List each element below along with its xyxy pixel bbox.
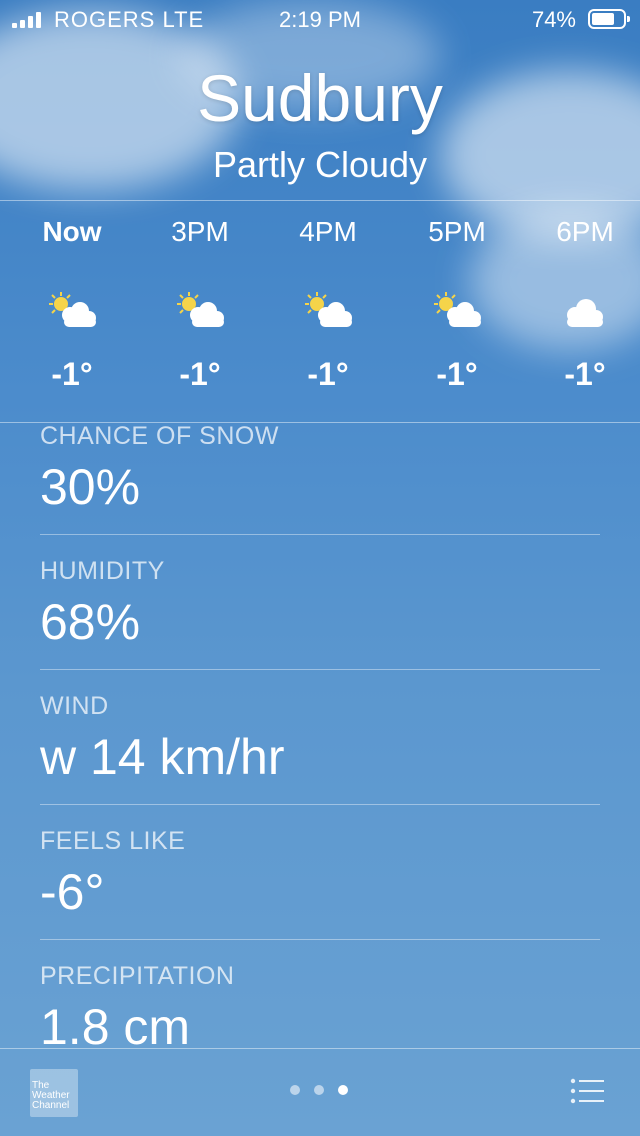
weather-channel-logo[interactable]: The Weather Channel — [30, 1069, 78, 1117]
cloud-icon — [557, 290, 613, 330]
hour-item: Now -1° — [12, 202, 132, 393]
detail-value: 30% — [40, 459, 141, 515]
status-bar: ROGERS LTE 2:19 PM 74% — [0, 0, 640, 40]
partly-cloudy-day-icon — [172, 290, 228, 330]
detail-row-chance-of-snow: CHANCE OF SNOW 30% — [40, 422, 600, 557]
row-divider — [40, 804, 600, 805]
page-dot-active — [338, 1085, 348, 1095]
hour-item: 6PM -1° — [525, 202, 640, 393]
list-icon — [570, 1078, 604, 1104]
hour-temp: -1° — [179, 356, 221, 392]
detail-value: w 14 km/hr — [40, 729, 285, 785]
battery-percentage: 74% — [531, 7, 576, 32]
hour-item: 5PM -1° — [397, 202, 517, 393]
detail-value: -6° — [40, 864, 105, 920]
detail-row-humidity: HUMIDITY 68% — [40, 557, 600, 692]
row-divider — [40, 534, 600, 535]
hour-temp: -1° — [436, 356, 478, 392]
detail-value: 1.8 cm — [40, 999, 191, 1048]
logo-text: The Weather Channel — [32, 1080, 70, 1111]
hour-temp: -1° — [307, 356, 349, 392]
hourly-forecast[interactable]: Now -1° 3PM -1° 4PM -1° 5PM -1° 6PM -1° — [0, 202, 640, 422]
row-divider — [40, 669, 600, 670]
hour-time: 3PM — [171, 216, 229, 247]
detail-label: CHANCE OF SNOW — [40, 422, 279, 450]
page-dot — [290, 1085, 300, 1095]
hour-time: Now — [42, 216, 102, 247]
hour-item: 3PM -1° — [140, 202, 260, 393]
hour-time: 5PM — [428, 216, 486, 247]
page-dot — [314, 1085, 324, 1095]
hour-item: 4PM -1° — [268, 202, 388, 393]
hour-temp: -1° — [564, 356, 606, 392]
page-indicator[interactable] — [290, 1085, 348, 1095]
hourly-top-divider — [0, 200, 640, 201]
hour-time: 6PM — [556, 216, 614, 247]
detail-value: 68% — [40, 594, 141, 650]
detail-row-feels-like: FEELS LIKE -6° — [40, 827, 600, 962]
partly-cloudy-day-icon — [300, 290, 356, 330]
detail-label: FEELS LIKE — [40, 827, 186, 855]
city-list-button[interactable] — [570, 1078, 604, 1104]
detail-label: HUMIDITY — [40, 557, 165, 585]
detail-label: WIND — [40, 692, 109, 720]
detail-row-wind: WIND w 14 km/hr — [40, 692, 600, 827]
hour-time: 4PM — [299, 216, 357, 247]
weather-details[interactable]: CHANCE OF SNOW 30% HUMIDITY 68% WIND w 1… — [0, 422, 640, 1048]
detail-row-precipitation: PRECIPITATION 1.8 cm — [40, 962, 600, 1048]
city-name: Sudbury — [197, 61, 443, 135]
detail-label: PRECIPITATION — [40, 962, 235, 990]
hour-temp: -1° — [51, 356, 93, 392]
partly-cloudy-day-icon — [429, 290, 485, 330]
current-condition: Partly Cloudy — [212, 144, 428, 185]
bottom-toolbar: The Weather Channel — [0, 1048, 640, 1136]
battery-icon — [588, 9, 630, 29]
partly-cloudy-day-icon — [44, 290, 100, 330]
row-divider — [40, 939, 600, 940]
